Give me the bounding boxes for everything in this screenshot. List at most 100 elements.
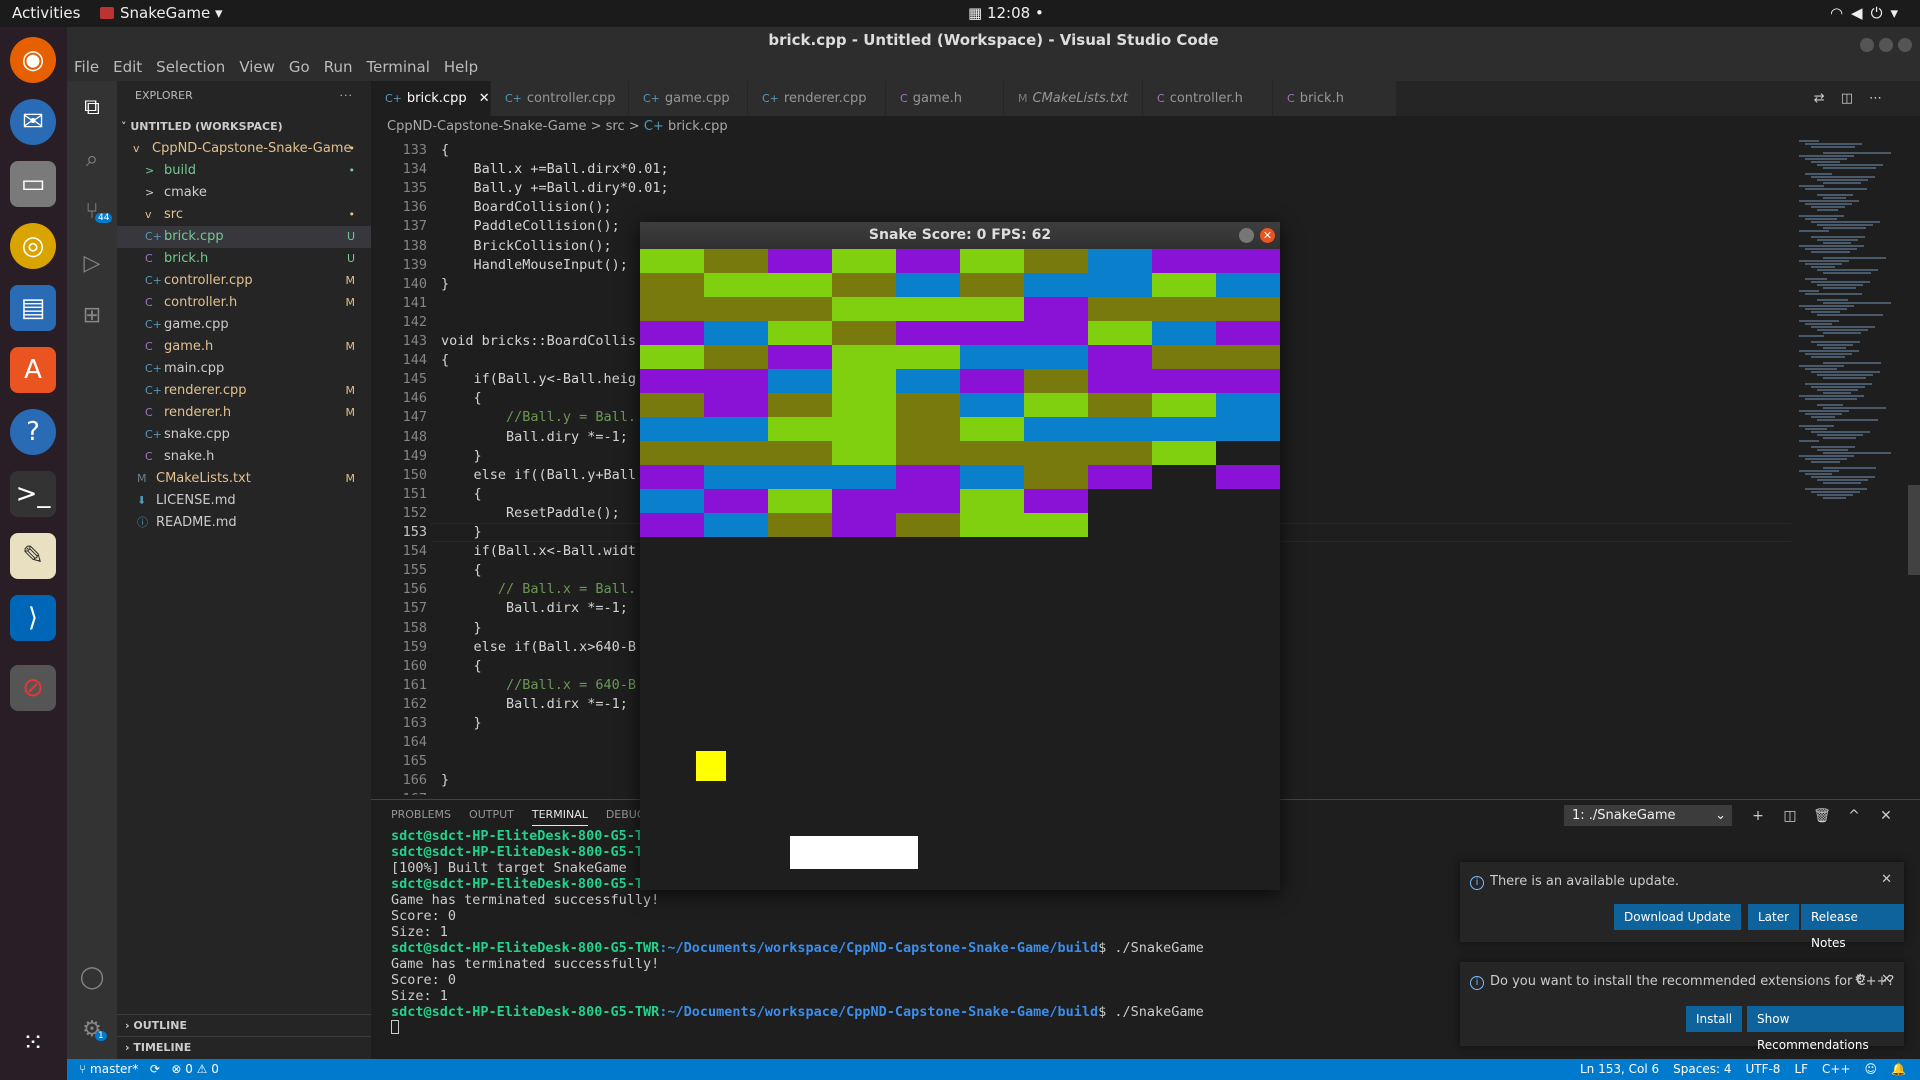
indentation[interactable]: Spaces: 4 — [1673, 1062, 1731, 1076]
explorer-icon[interactable]: ⧉ — [79, 95, 105, 121]
clock[interactable]: ▦ 12:08 • — [968, 4, 1044, 22]
menu-terminal[interactable]: Terminal — [367, 58, 430, 76]
game-canvas[interactable] — [640, 249, 1280, 890]
tab-renderer-cpp[interactable]: C+ renderer.cpp — [748, 81, 886, 116]
system-tray[interactable]: ◠◀⏻▾ — [1830, 4, 1906, 22]
editor-scrollbar[interactable] — [1908, 485, 1920, 575]
more-actions-icon[interactable]: ··· — [340, 81, 354, 111]
file-renderer-h[interactable]: Crenderer.h M — [117, 402, 371, 424]
sync-icon[interactable]: ⟳ — [150, 1062, 160, 1076]
close-icon[interactable] — [1898, 38, 1912, 52]
menu-file[interactable]: File — [74, 58, 99, 76]
compare-icon[interactable]: ⇄ — [1814, 91, 1841, 106]
tab-terminal[interactable]: TERMINAL — [531, 808, 588, 826]
show-recommendations-button[interactable]: Show Recommendations — [1747, 1006, 1904, 1052]
tab-output[interactable]: OUTPUT — [469, 808, 514, 821]
encoding[interactable]: UTF-8 — [1745, 1062, 1780, 1076]
cursor-position[interactable]: Ln 153, Col 6 — [1580, 1062, 1659, 1076]
file-game-cpp[interactable]: C+ game.cpp — [117, 314, 371, 336]
minimize-icon[interactable] — [1239, 228, 1254, 243]
run-debug-icon[interactable]: ▷ — [79, 251, 105, 277]
extensions-icon[interactable]: ⊞ — [79, 303, 105, 329]
activities-button[interactable]: Activities — [12, 4, 80, 22]
menu-view[interactable]: View — [239, 58, 275, 76]
release-notes-button[interactable]: Release Notes — [1801, 904, 1904, 950]
file-license[interactable]: ⬇ LICENSE.md — [117, 490, 371, 512]
close-panel-icon[interactable]: ✕ — [1870, 808, 1902, 824]
more-actions-icon[interactable]: ⋯ — [1869, 91, 1898, 106]
rhythmbox-icon[interactable]: ◎ — [10, 223, 56, 269]
minimize-icon[interactable] — [1860, 38, 1874, 52]
split-editor-icon[interactable]: ◫ — [1841, 91, 1869, 106]
tab-problems[interactable]: PROBLEMS — [391, 808, 451, 821]
search-icon[interactable]: ⌕ — [79, 147, 105, 173]
timeline-section[interactable]: › TIMELINE — [117, 1036, 371, 1058]
outline-section[interactable]: › OUTLINE — [117, 1014, 371, 1036]
help-icon[interactable]: ? — [10, 409, 56, 455]
menu-help[interactable]: Help — [444, 58, 478, 76]
later-button[interactable]: Later — [1748, 904, 1800, 930]
tab-game-h[interactable]: Cgame.h — [886, 81, 1004, 116]
file-game-h[interactable]: Cgame.h M — [117, 336, 371, 358]
tab-brick-h[interactable]: Cbrick.h — [1273, 81, 1397, 116]
folder-cmake[interactable]: > cmake — [117, 182, 371, 204]
paddle[interactable] — [790, 836, 918, 869]
vscode-icon[interactable]: ⟩ — [10, 595, 56, 641]
minimap[interactable] — [1791, 138, 1911, 795]
tab-brick-cpp[interactable]: C+ brick.cpp ✕ — [371, 81, 491, 116]
file-controller-h[interactable]: Ccontroller.h M — [117, 292, 371, 314]
menu-edit[interactable]: Edit — [113, 58, 142, 76]
maximize-icon[interactable] — [1879, 38, 1893, 52]
firefox-icon[interactable]: ◉ — [10, 37, 56, 83]
close-notification-icon[interactable]: ✕ — [1881, 872, 1892, 887]
feedback-icon[interactable]: ☺ — [1865, 1062, 1878, 1076]
snake-game-window[interactable]: Snake Score: 0 FPS: 62 ✕ — [640, 222, 1280, 890]
file-controller-cpp[interactable]: C+ controller.cpp M — [117, 270, 371, 292]
git-branch[interactable]: master* — [90, 1062, 138, 1076]
tab-close-icon[interactable]: ✕ — [479, 91, 490, 106]
accounts-icon[interactable]: ◯ — [79, 965, 105, 991]
gear-icon[interactable]: ⚙ — [1854, 972, 1866, 987]
tab-cmakelists[interactable]: M CMakeLists.txt — [1004, 81, 1143, 116]
menu-run[interactable]: Run — [324, 58, 353, 76]
snakegame-dock-icon[interactable]: ⊘ — [10, 665, 56, 711]
language-mode[interactable]: C++ — [1822, 1062, 1851, 1076]
folder-project[interactable]: v CppND-Capstone-Snake-Game • — [117, 138, 371, 160]
download-update-button[interactable]: Download Update — [1614, 904, 1741, 930]
tab-controller-h[interactable]: Ccontroller.h — [1143, 81, 1273, 116]
file-brick-h[interactable]: Cbrick.h U — [117, 248, 371, 270]
folder-src[interactable]: v src • — [117, 204, 371, 226]
problems-count[interactable]: ⊗ 0 ⚠ 0 — [171, 1062, 219, 1076]
breadcrumb-src[interactable]: src — [606, 119, 625, 134]
app-menu[interactable]: SnakeGame ▾ — [100, 4, 223, 22]
file-cmakelists[interactable]: M CMakeLists.txt M — [117, 468, 371, 490]
file-snake-cpp[interactable]: C+ snake.cpp — [117, 424, 371, 446]
breadcrumb-folder[interactable]: CppND-Capstone-Snake-Game — [387, 119, 586, 134]
thunderbird-icon[interactable]: ✉ — [10, 99, 56, 145]
menu-selection[interactable]: Selection — [156, 58, 225, 76]
software-center-icon[interactable]: A — [10, 347, 56, 393]
file-snake-h[interactable]: Csnake.h — [117, 446, 371, 468]
file-readme[interactable]: ⓘ README.md — [117, 512, 371, 534]
text-editor-icon[interactable]: ✎ — [10, 533, 56, 579]
split-terminal-icon[interactable]: ◫ — [1774, 808, 1806, 824]
notifications-bell-icon[interactable]: 🔔 — [1891, 1062, 1906, 1076]
breadcrumb-file[interactable]: brick.cpp — [668, 119, 728, 134]
install-button[interactable]: Install — [1686, 1006, 1743, 1032]
trash-icon[interactable]: 🗑 — [1806, 808, 1838, 824]
close-notification-icon[interactable]: ✕ — [1881, 972, 1892, 987]
file-main-cpp[interactable]: C+ main.cpp — [117, 358, 371, 380]
files-icon[interactable]: ▭ — [10, 161, 56, 207]
workspace-root[interactable]: ˅ UNTITLED (WORKSPACE) — [117, 116, 371, 138]
show-applications-icon[interactable]: ⁙ — [10, 1020, 56, 1066]
menu-go[interactable]: Go — [289, 58, 310, 76]
add-terminal-icon[interactable]: + — [1742, 808, 1774, 824]
file-brick-cpp[interactable]: C+ brick.cpp U — [117, 226, 371, 248]
file-renderer-cpp[interactable]: C+ renderer.cpp M — [117, 380, 371, 402]
folder-build[interactable]: > build • — [117, 160, 371, 182]
writer-icon[interactable]: ▤ — [10, 285, 56, 331]
end-of-line[interactable]: LF — [1794, 1062, 1808, 1076]
maximize-panel-icon[interactable]: ^ — [1838, 808, 1870, 824]
terminal-select[interactable]: 1: ./SnakeGame ⌄ — [1564, 805, 1732, 826]
tab-controller-cpp[interactable]: C+ controller.cpp — [491, 81, 629, 116]
